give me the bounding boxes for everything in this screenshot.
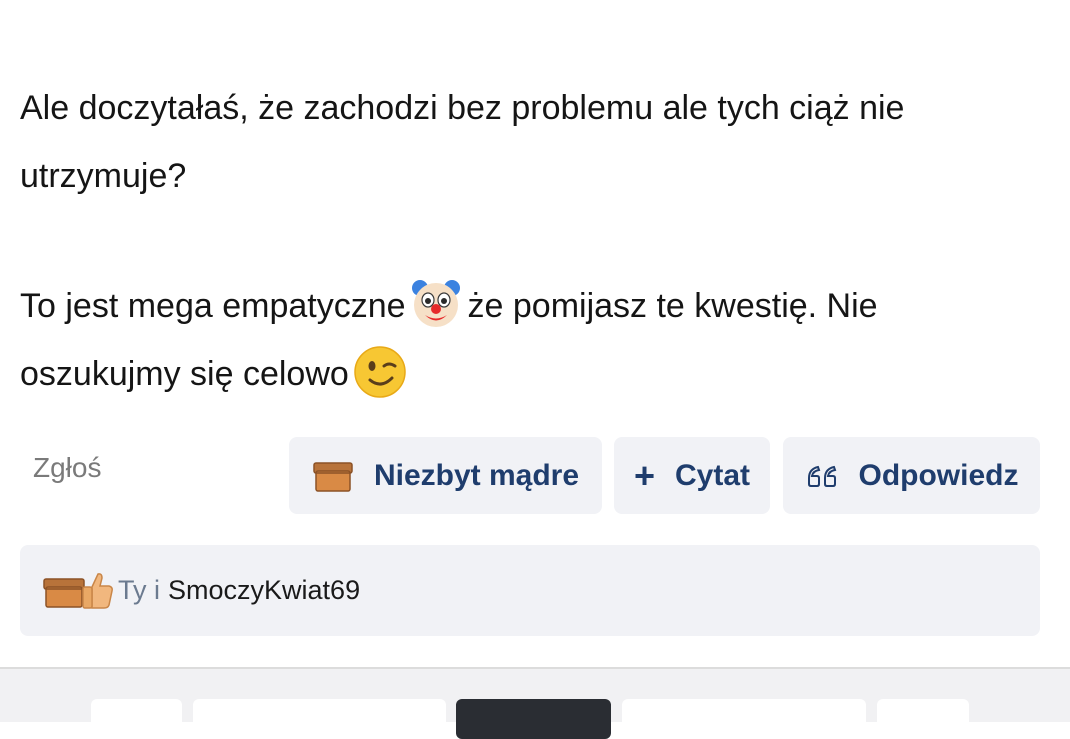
pagination-last-button[interactable] (877, 699, 969, 739)
post-line: To jest mega empatyczne że pomijasz te k… (20, 272, 1050, 340)
pagination-current-page[interactable] (456, 699, 611, 739)
pagination-first-button[interactable] (91, 699, 182, 739)
post-line: oszukujmy się celowo (20, 340, 1050, 408)
pagination-prev-button[interactable] (193, 699, 446, 739)
reaction-you-label: Ty i (118, 575, 161, 605)
pagination-bar (0, 669, 1070, 739)
post-line: Ale doczytałaś, że zachodzi bez problemu… (20, 74, 1050, 142)
quote-marks-icon (805, 463, 839, 489)
post-body: Ale doczytałaś, że zachodzi bez problemu… (20, 74, 1050, 408)
not-wise-button[interactable]: Niezbyt mądre (289, 437, 602, 514)
plus-icon: + (633, 454, 655, 496)
quote-button[interactable]: + Cytat (614, 437, 770, 514)
post-text-line4: oszukujmy się celowo (20, 355, 349, 393)
post-text-line3b: że pomijasz te kwestię. Nie (467, 287, 878, 325)
report-link[interactable]: Zgłoś (33, 452, 101, 484)
thumbs-up-icon (82, 572, 113, 609)
clown-face-icon (411, 280, 460, 328)
post-text-line3a: To jest mega empatyczne (20, 287, 406, 325)
reply-button[interactable]: Odpowiedz (783, 437, 1040, 514)
winking-face-icon (354, 346, 406, 398)
reply-label: Odpowiedz (858, 458, 1019, 492)
reaction-icons (42, 571, 114, 611)
post-text-line2: utrzymuje? (20, 157, 187, 195)
quote-label: Cytat (675, 458, 751, 492)
not-wise-label: Niezbyt mądre (373, 458, 580, 492)
pagination-next-button[interactable] (622, 699, 866, 739)
box-icon (312, 459, 354, 493)
post-line: utrzymuje? (20, 142, 1050, 210)
reactions-bar[interactable]: Ty i SmoczyKwiat69 (20, 545, 1040, 636)
reaction-user-name[interactable]: SmoczyKwiat69 (168, 575, 360, 606)
post-text-line1: Ale doczytałaś, że zachodzi bez problemu… (20, 89, 905, 127)
